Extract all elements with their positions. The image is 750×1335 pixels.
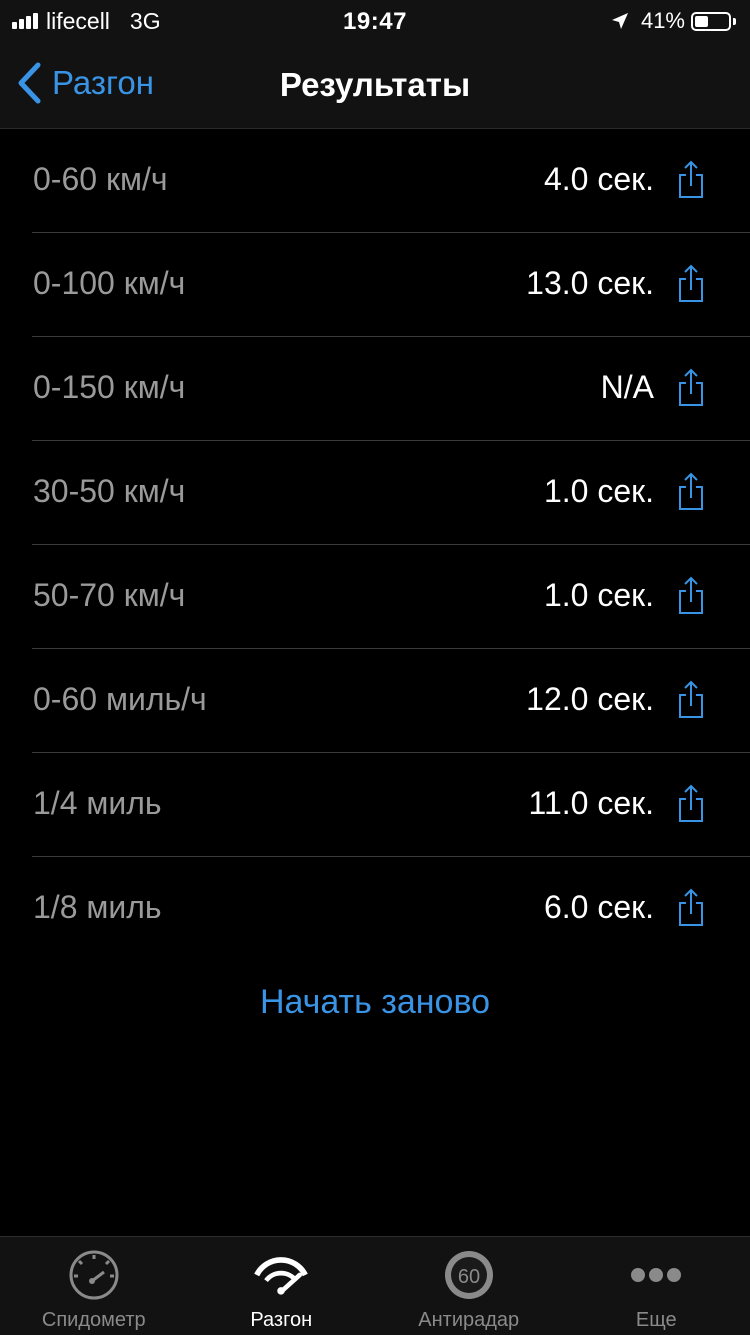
result-label: 0-60 миль/ч [33, 681, 207, 718]
tab-label: Антирадар [375, 1309, 563, 1332]
share-button[interactable] [676, 367, 706, 407]
battery-level-fill [695, 16, 708, 27]
result-label: 0-60 км/ч [33, 161, 168, 198]
tab-acceleration[interactable]: Разгон [188, 1237, 376, 1335]
result-value: 13.0 сек. [526, 265, 654, 302]
result-label: 0-100 км/ч [33, 265, 185, 302]
results-list: 0-60 км/ч 4.0 сек. 0-100 км/ч 13.0 сек. … [0, 129, 750, 961]
share-button[interactable] [676, 679, 706, 719]
result-value: 12.0 сек. [526, 681, 654, 718]
result-row: 0-100 км/ч 13.0 сек. [0, 233, 750, 337]
tab-bar: Спидометр Разгон 60 Антирадар [0, 1236, 750, 1335]
more-dots-icon [628, 1247, 684, 1303]
share-button[interactable] [676, 887, 706, 927]
speed-limit-value: 60 [458, 1266, 480, 1288]
tab-label: Разгон [188, 1309, 376, 1332]
result-value: 11.0 сек. [529, 785, 654, 822]
status-right: 41% [611, 8, 736, 34]
share-button[interactable] [676, 783, 706, 823]
location-arrow-icon [611, 12, 629, 30]
tab-antiradar[interactable]: 60 Антирадар [375, 1237, 563, 1335]
result-value: 1.0 сек. [544, 473, 654, 510]
share-icon [676, 887, 706, 927]
speedometer-icon [66, 1247, 122, 1303]
battery-percent: 41% [641, 8, 685, 34]
share-icon [676, 679, 706, 719]
result-value: N/A [601, 369, 654, 406]
result-value: 4.0 сек. [544, 161, 654, 198]
restart-button[interactable]: Начать заново [0, 983, 750, 1022]
tab-speedometer[interactable]: Спидометр [0, 1237, 188, 1335]
page-title: Результаты [0, 66, 750, 104]
share-icon [676, 367, 706, 407]
share-button[interactable] [676, 159, 706, 199]
result-row: 0-60 миль/ч 12.0 сек. [0, 649, 750, 753]
result-label: 1/4 миль [33, 785, 162, 822]
share-icon [676, 263, 706, 303]
result-row: 0-60 км/ч 4.0 сек. [0, 129, 750, 233]
share-icon [676, 783, 706, 823]
navigation-bar: Разгон Результаты [0, 40, 750, 129]
tab-more[interactable]: Еще [563, 1237, 750, 1335]
result-row: 0-150 км/ч N/A [0, 337, 750, 441]
battery-tip [733, 18, 736, 25]
speed-limit-60-icon: 60 [441, 1247, 497, 1303]
tab-label: Еще [563, 1309, 750, 1332]
result-label: 1/8 миль [33, 889, 162, 926]
result-row: 50-70 км/ч 1.0 сек. [0, 545, 750, 649]
acceleration-gauge-icon [253, 1247, 309, 1303]
status-bar: lifecell 3G 19:47 41% [0, 0, 750, 40]
share-button[interactable] [676, 575, 706, 615]
result-row: 1/8 миль 6.0 сек. [0, 857, 750, 961]
result-row: 30-50 км/ч 1.0 сек. [0, 441, 750, 545]
result-value: 1.0 сек. [544, 577, 654, 614]
share-button[interactable] [676, 263, 706, 303]
result-label: 30-50 км/ч [33, 473, 185, 510]
result-value: 6.0 сек. [544, 889, 654, 926]
share-icon [676, 575, 706, 615]
result-row: 1/4 миль 11.0 сек. [0, 753, 750, 857]
battery-icon [691, 12, 731, 31]
share-button[interactable] [676, 471, 706, 511]
tab-label: Спидометр [0, 1309, 188, 1332]
share-icon [676, 471, 706, 511]
result-label: 0-150 км/ч [33, 369, 185, 406]
share-icon [676, 159, 706, 199]
result-label: 50-70 км/ч [33, 577, 185, 614]
